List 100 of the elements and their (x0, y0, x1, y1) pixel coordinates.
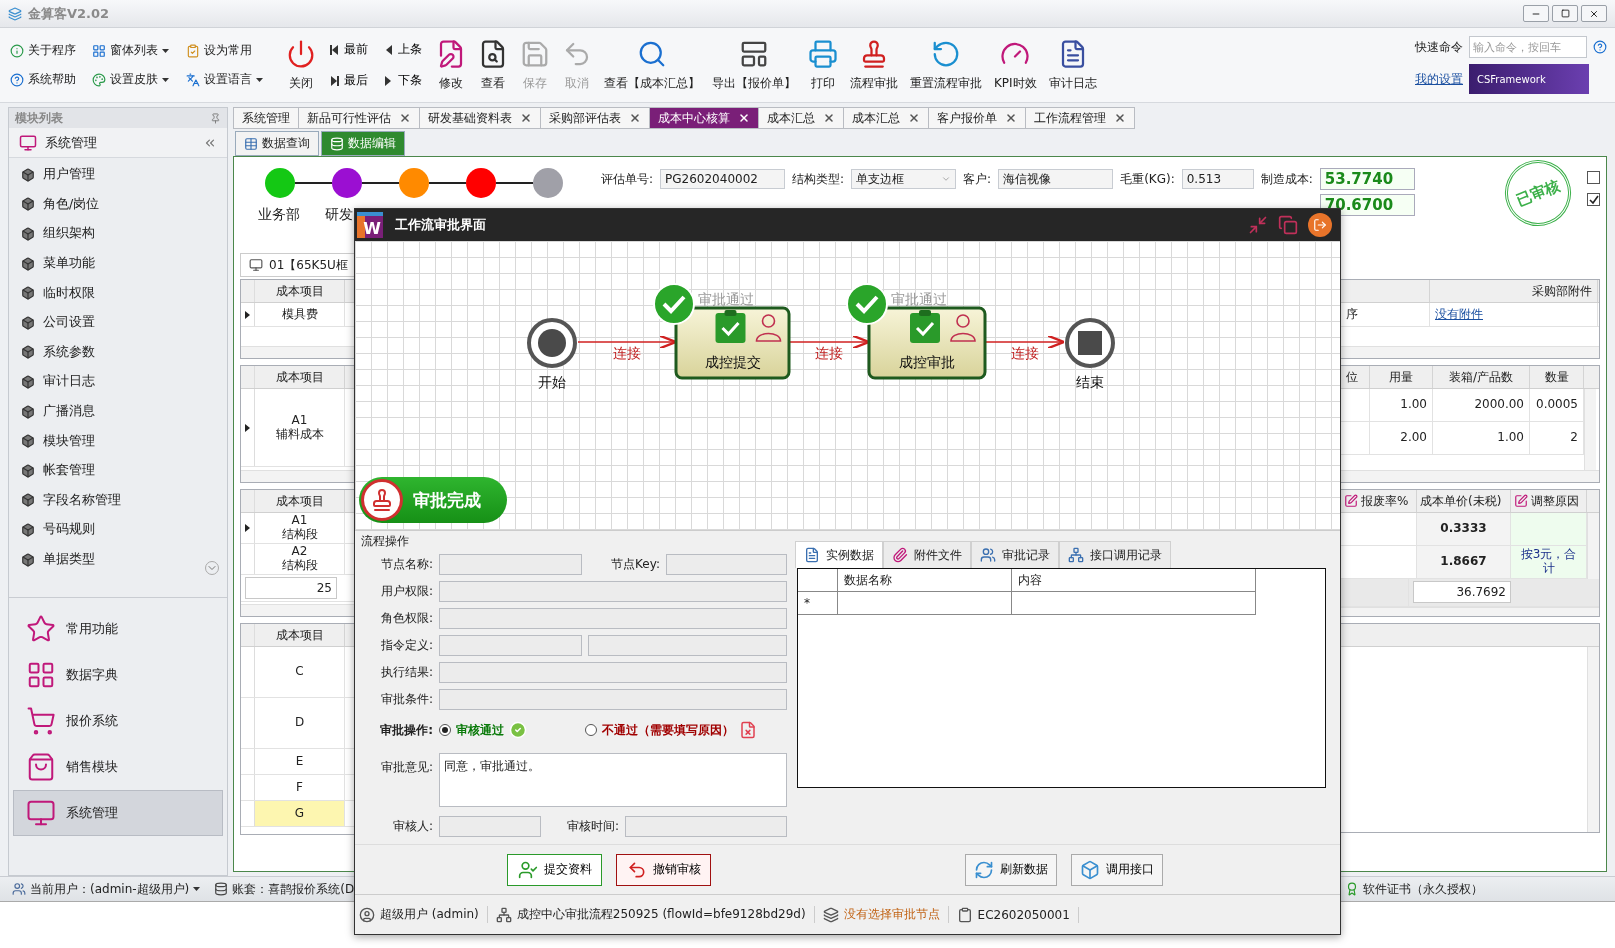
close-icon[interactable] (520, 112, 532, 124)
action-button[interactable]: 刷新数据 (965, 853, 1057, 886)
minimize-button[interactable] (1523, 5, 1549, 22)
input-field[interactable] (588, 635, 787, 656)
tab[interactable]: 客户报价单 (928, 107, 1026, 129)
toolbar-button[interactable]: 流程审批 (844, 36, 904, 94)
toolbar-button[interactable]: 关闭 (280, 36, 322, 94)
toolbar-button[interactable]: 导出【报价单】 (706, 36, 802, 94)
module-nav-item[interactable]: 数据字典 (13, 652, 223, 698)
vertical-scrollbar[interactable] (1587, 513, 1599, 579)
close-icon[interactable] (399, 112, 411, 124)
sidebar-item[interactable]: 组织架构 (9, 219, 227, 249)
exit-button[interactable] (1308, 213, 1332, 237)
input-field[interactable] (439, 608, 787, 629)
start-node[interactable] (527, 318, 577, 368)
sidebar-item[interactable]: 系统参数 (9, 337, 227, 368)
menu-button[interactable]: 设为常用 (186, 42, 266, 59)
toolbar-button[interactable]: 审计日志 (1042, 36, 1103, 94)
toolbar-button[interactable]: KPI时效 (988, 36, 1043, 94)
attachment-link[interactable]: 没有附件 (1435, 307, 1483, 322)
input-field[interactable]: 海信视像 (998, 169, 1114, 189)
tab[interactable]: 附件文件 (883, 541, 971, 568)
input-field[interactable] (439, 689, 787, 710)
close-icon[interactable] (1114, 112, 1126, 124)
comment-field[interactable]: 同意，审批通过。 (439, 753, 787, 807)
horizontal-scrollbar[interactable] (1341, 470, 1599, 482)
select-field[interactable]: 单支边框 (851, 169, 957, 189)
sidebar-item[interactable]: 角色/岗位 (9, 189, 227, 220)
settings-link[interactable]: 我的设置 (1415, 70, 1463, 88)
toolbar-button[interactable]: 修改 (430, 36, 472, 94)
tab[interactable]: 审批记录 (971, 541, 1059, 568)
tab[interactable]: 成本汇总 (843, 107, 929, 129)
command-input[interactable]: 输入命令，按回车 (1469, 36, 1587, 58)
nav-button[interactable]: 上条 (384, 41, 422, 58)
close-icon[interactable] (908, 112, 920, 124)
nav-button[interactable]: 最后 (330, 72, 368, 89)
tab[interactable]: 新品可行性评估 (298, 107, 420, 129)
help-icon[interactable] (1593, 40, 1607, 54)
module-nav-item[interactable]: 报价系统 (13, 698, 223, 744)
sidebar-item[interactable]: 审计日志 (9, 367, 227, 397)
horizontal-scrollbar[interactable] (1341, 346, 1599, 358)
nav-button[interactable]: 下条 (384, 72, 422, 89)
tab[interactable]: 接口调用记录 (1059, 541, 1171, 568)
checkbox[interactable] (1587, 171, 1600, 184)
tab[interactable]: 研发基础资料表 (419, 107, 541, 129)
module-nav-item[interactable]: 常用功能 (13, 606, 223, 652)
input-field[interactable] (439, 816, 541, 837)
pin-icon[interactable] (210, 112, 221, 124)
radio-button[interactable] (439, 724, 451, 736)
tab[interactable]: 成本中心核算 (649, 107, 759, 129)
tab[interactable]: 实例数据 (795, 541, 883, 568)
input-field[interactable] (439, 635, 582, 656)
tab[interactable]: 工作流程管理 (1025, 107, 1135, 129)
toolbar-button[interactable]: 查看 (472, 36, 514, 94)
sidebar-item[interactable]: 模块管理 (9, 426, 227, 456)
tab[interactable]: 数据编辑 (321, 131, 405, 156)
close-icon[interactable] (823, 112, 835, 124)
sidebar-item[interactable]: 号码规则 (9, 515, 227, 545)
toolbar-button[interactable]: 打印 (802, 36, 844, 94)
action-button[interactable]: 撤销审核 (616, 853, 711, 886)
input-field[interactable] (666, 554, 787, 575)
user-menu[interactable]: 当前用户：(admin-超级用户) (12, 880, 201, 898)
copy-button[interactable] (1278, 215, 1298, 235)
sidebar-item[interactable]: 广播消息 (9, 396, 227, 427)
tab[interactable]: 成本汇总 (758, 107, 844, 129)
input-field[interactable] (439, 581, 787, 602)
input-field[interactable]: PG2602040002 (660, 169, 786, 189)
close-icon[interactable] (738, 112, 750, 124)
maximize-button[interactable] (1552, 5, 1578, 22)
tab[interactable]: 采购部评估表 (540, 107, 650, 129)
close-button[interactable] (1581, 5, 1607, 22)
action-button[interactable]: 调用接口 (1071, 853, 1163, 886)
module-nav-item[interactable]: 销售模块 (13, 744, 223, 790)
menu-button[interactable]: 设置皮肤 (92, 71, 186, 88)
close-icon[interactable] (1005, 112, 1017, 124)
sidebar-item[interactable]: 临时权限 (9, 278, 227, 308)
vertical-scrollbar[interactable] (1587, 647, 1599, 832)
radio-option[interactable]: 审核通过 (439, 721, 527, 739)
sidebar-item[interactable]: 用户管理 (9, 160, 227, 190)
checkbox[interactable] (1587, 193, 1600, 206)
sidebar-item[interactable]: 单据类型 (9, 544, 227, 575)
module-nav-item[interactable]: 系统管理 (13, 790, 223, 836)
radio-option[interactable]: 不通过（需要填写原因） (585, 721, 757, 739)
close-icon[interactable] (629, 112, 641, 124)
input-field[interactable] (625, 816, 787, 837)
sidebar-item[interactable]: 公司设置 (9, 307, 227, 338)
input-field[interactable]: 0.513 (1181, 169, 1254, 189)
input-field[interactable] (439, 554, 582, 575)
radio-button[interactable] (585, 724, 597, 736)
sidebar-item[interactable]: 字段名称管理 (9, 485, 227, 516)
tab[interactable]: 数据查询 (235, 131, 319, 156)
menu-button[interactable]: 关于程序 (10, 42, 92, 59)
nav-button[interactable]: 最前 (330, 41, 368, 58)
menu-button[interactable]: 窗体列表 (92, 42, 186, 59)
toolbar-button[interactable]: 重置流程审批 (904, 36, 988, 94)
restore-button[interactable] (1248, 215, 1268, 235)
sidebar-item[interactable]: 菜单功能 (9, 248, 227, 279)
toolbar-button[interactable]: 查看【成本汇总】 (598, 36, 706, 94)
horizontal-scrollbar[interactable] (1341, 607, 1599, 616)
menu-button[interactable]: 系统帮助 (10, 71, 92, 88)
